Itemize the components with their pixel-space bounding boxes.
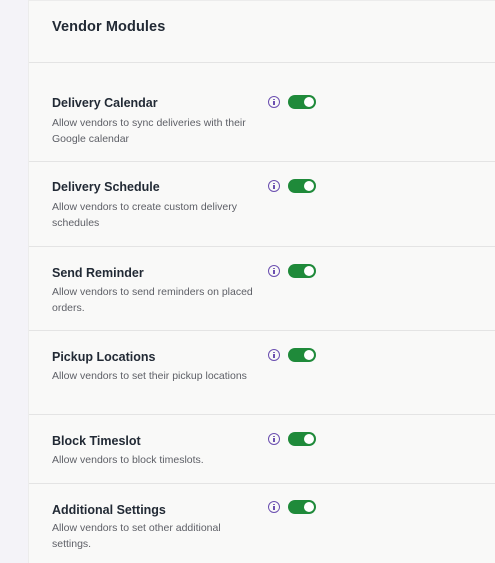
send-reminder-toggle[interactable] [288,264,316,278]
info-icon[interactable] [268,265,280,277]
info-icon[interactable] [268,433,280,445]
module-row-block-timeslot: Block Timeslot Allow vendors to block ti… [29,415,495,484]
module-row-delivery-schedule: Delivery Schedule Allow vendors to creat… [29,162,495,247]
page-title: Vendor Modules [52,19,166,35]
delivery-calendar-toggle[interactable] [288,95,316,109]
block-timeslot-toggle[interactable] [288,432,316,446]
toggle-knob [304,502,314,512]
toggle-knob [304,434,314,444]
module-row-additional-settings: Additional Settings Allow vendors to set… [29,484,495,563]
module-title: Send Reminder [52,266,144,280]
module-title: Pickup Locations [52,350,156,364]
module-row-delivery-calendar: Delivery Calendar Allow vendors to sync … [29,63,495,162]
panel-header: Vendor Modules [29,1,495,63]
module-description: Allow vendors to send reminders on place… [52,286,253,314]
module-description: Allow vendors to sync deliveries with th… [52,117,246,145]
info-icon[interactable] [268,349,280,361]
module-row-pickup-locations: Pickup Locations Allow vendors to set th… [29,331,495,415]
pickup-locations-toggle[interactable] [288,348,316,362]
module-title: Additional Settings [52,503,166,517]
info-icon[interactable] [268,96,280,108]
module-description: Allow vendors to set other additional se… [52,522,221,550]
module-title: Delivery Schedule [52,180,160,194]
module-description: Allow vendors to set their pickup locati… [52,370,247,382]
delivery-schedule-toggle[interactable] [288,179,316,193]
toggle-knob [304,97,314,107]
module-description: Allow vendors to create custom delivery … [52,201,237,229]
info-icon[interactable] [268,180,280,192]
toggle-knob [304,181,314,191]
module-title: Block Timeslot [52,434,141,448]
vendor-modules-panel: Vendor Modules Delivery Calendar Allow v… [28,0,495,563]
module-title: Delivery Calendar [52,96,158,110]
additional-settings-toggle[interactable] [288,500,316,514]
module-row-send-reminder: Send Reminder Allow vendors to send remi… [29,247,495,331]
toggle-knob [304,266,314,276]
toggle-knob [304,350,314,360]
module-description: Allow vendors to block timeslots. [52,454,204,466]
info-icon[interactable] [268,501,280,513]
